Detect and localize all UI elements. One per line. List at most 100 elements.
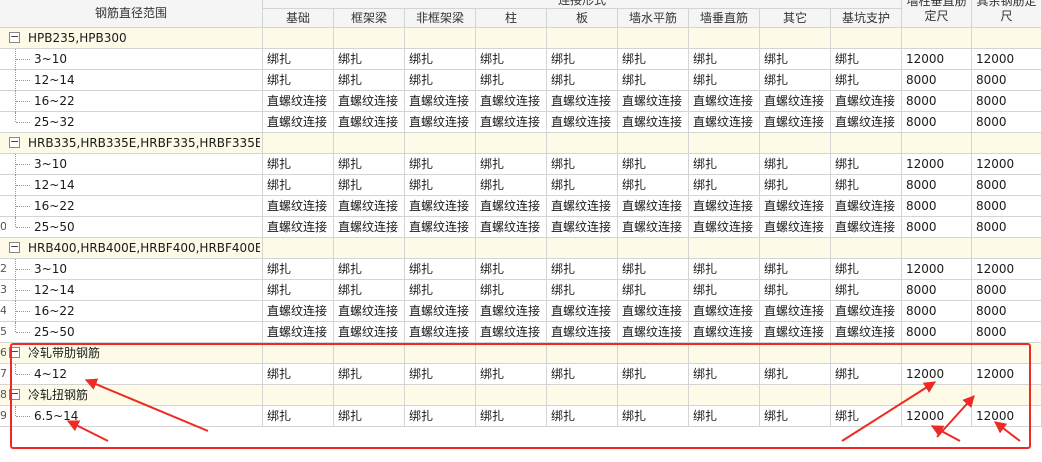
table-row[interactable]: 25~32 直螺纹连接 直螺纹连接 直螺纹连接 直螺纹连接 直螺纹连接 直螺纹连接 直螺纹连接… [0,112,1042,133]
other-length-cell[interactable]: 8000 [972,280,1042,300]
wall-length-cell[interactable]: 8000 [902,112,972,132]
table-row[interactable]: 2 3~10 绑扎 绑扎 绑扎 绑扎 绑扎 绑扎 绑扎 绑扎 绑扎 12000 12000 [0,259,1042,280]
connection-cell[interactable]: 直螺纹连接 [760,196,831,216]
connection-cell[interactable]: 直螺纹连接 [263,322,334,342]
connection-cell[interactable]: 直螺纹连接 [618,196,689,216]
header-col-1[interactable]: 框架梁 [334,9,405,28]
connection-cell[interactable]: 绑扎 [547,364,618,384]
wall-length-cell[interactable]: 8000 [902,70,972,90]
wall-length-cell[interactable]: 12000 [902,364,972,384]
connection-cell[interactable]: 直螺纹连接 [760,217,831,237]
range-cell[interactable]: 6.5~14 [0,406,263,426]
table-row[interactable]: 12~14 绑扎 绑扎 绑扎 绑扎 绑扎 绑扎 绑扎 绑扎 绑扎 8000 8000 [0,70,1042,91]
other-length-cell[interactable]: 12000 [972,259,1042,279]
connection-cell[interactable]: 直螺纹连接 [334,301,405,321]
connection-cell[interactable]: 直螺纹连接 [334,322,405,342]
wall-length-cell[interactable]: 12000 [902,154,972,174]
other-length-cell[interactable]: 8000 [972,70,1042,90]
connection-cell[interactable]: 直螺纹连接 [476,322,547,342]
connection-cell[interactable]: 绑扎 [405,259,476,279]
connection-cell[interactable]: 绑扎 [263,406,334,426]
connection-cell[interactable]: 直螺纹连接 [476,91,547,111]
connection-cell[interactable]: 直螺纹连接 [405,301,476,321]
other-length-cell[interactable]: 12000 [972,154,1042,174]
connection-cell[interactable]: 绑扎 [476,259,547,279]
header-col-2[interactable]: 非框架梁 [405,9,476,28]
wall-length-cell[interactable]: 8000 [902,217,972,237]
connection-cell[interactable]: 直螺纹连接 [476,112,547,132]
other-length-cell[interactable]: 12000 [972,364,1042,384]
connection-cell[interactable]: 绑扎 [831,259,902,279]
group-row[interactable]: − HRB335,HRB335E,HRBF335,HRBF335E [0,133,1042,154]
connection-cell[interactable]: 直螺纹连接 [405,196,476,216]
connection-cell[interactable]: 绑扎 [689,259,760,279]
connection-cell[interactable]: 绑扎 [689,364,760,384]
connection-cell[interactable]: 绑扎 [618,364,689,384]
connection-cell[interactable]: 直螺纹连接 [547,217,618,237]
connection-cell[interactable]: 绑扎 [689,70,760,90]
table-row[interactable]: 16~22 直螺纹连接 直螺纹连接 直螺纹连接 直螺纹连接 直螺纹连接 直螺纹连接 直螺纹连接… [0,91,1042,112]
other-length-cell[interactable]: 8000 [972,112,1042,132]
connection-cell[interactable]: 直螺纹连接 [689,217,760,237]
connection-cell[interactable]: 绑扎 [547,154,618,174]
connection-cell[interactable]: 绑扎 [263,280,334,300]
connection-cell[interactable]: 直螺纹连接 [689,301,760,321]
wall-length-cell[interactable]: 12000 [902,49,972,69]
connection-cell[interactable]: 绑扎 [547,406,618,426]
connection-cell[interactable]: 绑扎 [334,259,405,279]
connection-cell[interactable]: 直螺纹连接 [476,196,547,216]
connection-cell[interactable]: 绑扎 [405,70,476,90]
connection-cell[interactable]: 绑扎 [760,364,831,384]
connection-cell[interactable]: 直螺纹连接 [334,217,405,237]
other-length-cell[interactable]: 8000 [972,196,1042,216]
connection-cell[interactable]: 绑扎 [547,280,618,300]
connection-cell[interactable]: 直螺纹连接 [405,217,476,237]
connection-cell[interactable]: 直螺纹连接 [760,112,831,132]
connection-cell[interactable]: 绑扎 [334,154,405,174]
connection-cell[interactable]: 绑扎 [689,406,760,426]
connection-cell[interactable]: 绑扎 [831,364,902,384]
connection-cell[interactable]: 绑扎 [263,49,334,69]
wall-length-cell[interactable]: 12000 [902,259,972,279]
range-cell[interactable]: 16~22 [0,196,263,216]
wall-length-cell[interactable]: 8000 [902,175,972,195]
connection-cell[interactable]: 直螺纹连接 [405,322,476,342]
wall-length-cell[interactable]: 8000 [902,322,972,342]
connection-cell[interactable]: 绑扎 [263,364,334,384]
connection-cell[interactable]: 直螺纹连接 [831,301,902,321]
table-row[interactable]: 3 12~14 绑扎 绑扎 绑扎 绑扎 绑扎 绑扎 绑扎 绑扎 绑扎 8000 8000 [0,280,1042,301]
connection-cell[interactable]: 直螺纹连接 [334,196,405,216]
range-cell[interactable]: 3~10 [0,259,263,279]
wall-length-cell[interactable]: 12000 [902,406,972,426]
table-row[interactable]: 5 25~50 直螺纹连接 直螺纹连接 直螺纹连接 直螺纹连接 直螺纹连接 直螺纹连接 直螺纹连… [0,322,1042,343]
connection-cell[interactable]: 绑扎 [476,70,547,90]
connection-cell[interactable]: 直螺纹连接 [263,217,334,237]
connection-cell[interactable]: 绑扎 [405,406,476,426]
group-row[interactable]: − HRB400,HRB400E,HRBF400,HRBF400E... [0,238,1042,259]
connection-cell[interactable]: 直螺纹连接 [689,112,760,132]
connection-cell[interactable]: 直螺纹连接 [476,301,547,321]
connection-cell[interactable]: 绑扎 [263,259,334,279]
connection-cell[interactable]: 直螺纹连接 [618,91,689,111]
wall-length-cell[interactable]: 8000 [902,91,972,111]
connection-cell[interactable]: 绑扎 [760,280,831,300]
connection-cell[interactable]: 绑扎 [476,175,547,195]
header-col-6[interactable]: 墙垂直筋 [689,9,760,28]
connection-cell[interactable]: 绑扎 [760,70,831,90]
connection-cell[interactable]: 绑扎 [831,49,902,69]
header-col-8[interactable]: 基坑支护 [831,9,902,28]
connection-cell[interactable]: 绑扎 [831,406,902,426]
connection-cell[interactable]: 绑扎 [405,49,476,69]
connection-cell[interactable]: 绑扎 [689,154,760,174]
table-row[interactable]: 12~14 绑扎 绑扎 绑扎 绑扎 绑扎 绑扎 绑扎 绑扎 绑扎 8000 8000 [0,175,1042,196]
range-cell[interactable]: 25~50 [0,217,263,237]
table-row[interactable]: 0 25~50 直螺纹连接 直螺纹连接 直螺纹连接 直螺纹连接 直螺纹连接 直螺纹连接 直螺纹连… [0,217,1042,238]
connection-cell[interactable]: 直螺纹连接 [547,196,618,216]
range-cell[interactable]: 3~10 [0,49,263,69]
connection-cell[interactable]: 绑扎 [760,49,831,69]
connection-cell[interactable]: 绑扎 [405,364,476,384]
table-row[interactable]: 3~10 绑扎 绑扎 绑扎 绑扎 绑扎 绑扎 绑扎 绑扎 绑扎 12000 12000 [0,154,1042,175]
header-col-0[interactable]: 基础 [263,9,334,28]
connection-cell[interactable]: 直螺纹连接 [334,91,405,111]
connection-cell[interactable]: 绑扎 [760,406,831,426]
